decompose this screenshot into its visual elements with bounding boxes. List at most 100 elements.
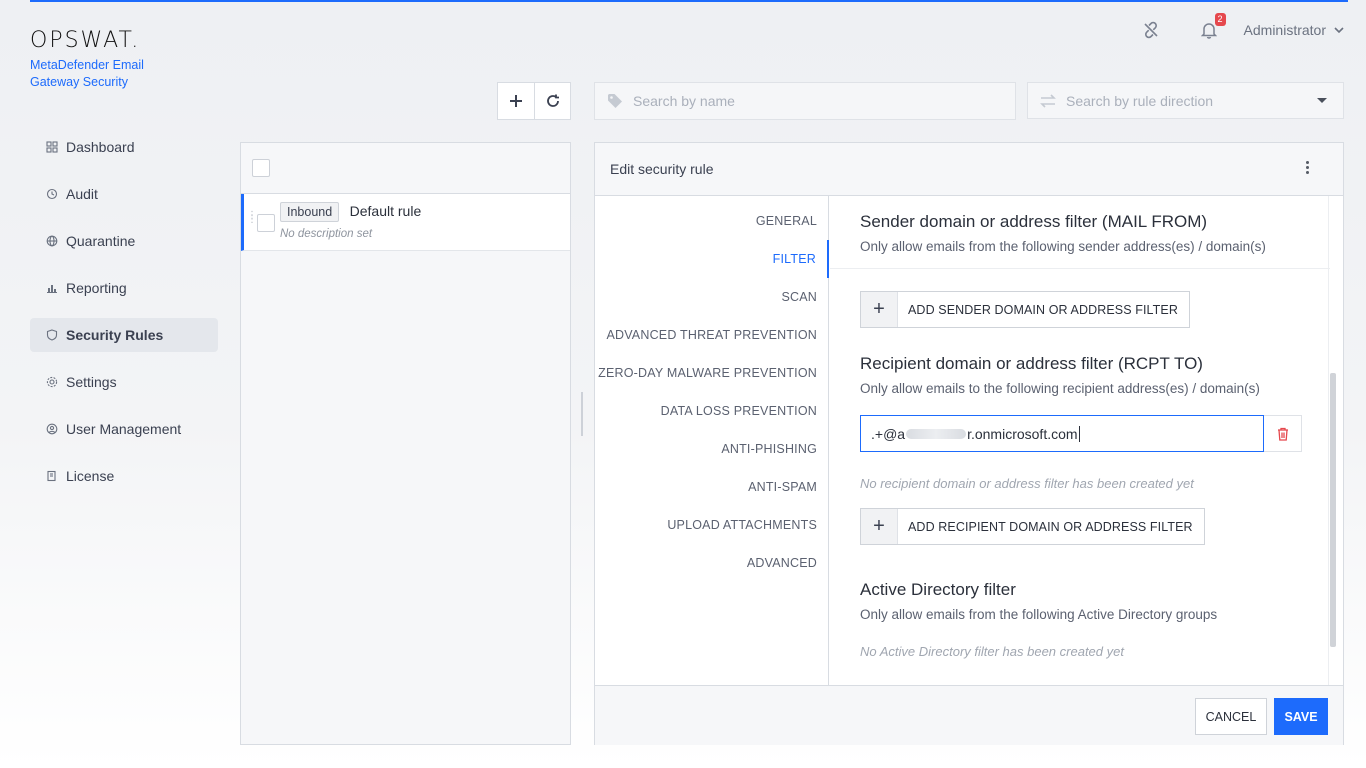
rule-name: Default rule: [349, 203, 422, 219]
active-directory-section: Active Directory filter Only allow email…: [830, 545, 1330, 622]
tab-data-loss-prevention[interactable]: DATA LOSS PREVENTION: [595, 392, 828, 430]
search-direction-input[interactable]: [1066, 92, 1306, 109]
recipient-value-prefix: .+@a: [871, 425, 906, 442]
sidebar-item-audit[interactable]: Audit: [30, 177, 218, 211]
swap-icon: [1040, 93, 1056, 108]
audit-icon: [46, 188, 58, 200]
add-recipient-filter-label: ADD RECIPIENT DOMAIN OR ADDRESS FILTER: [908, 519, 1193, 534]
tab-filter[interactable]: FILTER: [595, 240, 829, 278]
rule-list-panel: ⋮ ⋮ Inbound Default rule No description s…: [240, 142, 571, 745]
sidebar-item-label: License: [66, 468, 115, 484]
tab-general[interactable]: GENERAL: [595, 202, 828, 240]
rule-list-toolbar: [497, 82, 571, 120]
user-icon: [46, 423, 58, 435]
tab-anti-spam[interactable]: ANTI-SPAM: [595, 468, 828, 506]
edit-panel-header: Edit security rule: [595, 143, 1343, 196]
tab-zero-day-malware-prevention[interactable]: ZERO-DAY MALWARE PREVENTION: [595, 354, 828, 392]
tag-icon: [608, 94, 622, 108]
scroll-track: [1328, 196, 1329, 685]
tab-upload-attachments[interactable]: UPLOAD ATTACHMENTS: [595, 506, 828, 544]
sidebar-item-license[interactable]: License: [30, 459, 218, 493]
plus-icon: +: [861, 292, 898, 327]
sidebar-item-settings[interactable]: Settings: [30, 365, 218, 399]
sidebar-nav: Dashboard Audit Quarantine Reporting Sec…: [30, 130, 218, 506]
ad-empty-note: No Active Directory filter has been crea…: [860, 644, 1124, 659]
drag-handle-icon[interactable]: ⋮ ⋮: [247, 211, 257, 225]
direction-badge: Inbound: [280, 202, 340, 222]
edit-panel-title: Edit security rule: [610, 161, 714, 177]
grid-icon: [46, 141, 58, 153]
search-by-direction[interactable]: [1027, 82, 1344, 119]
sidebar-item-label: Reporting: [66, 280, 127, 296]
sender-filter-title: Sender domain or address filter (MAIL FR…: [860, 212, 1208, 231]
rule-checkbox[interactable]: [257, 214, 275, 232]
shield-icon: [46, 329, 58, 341]
user-name: Administrator: [1243, 22, 1326, 38]
opswat-logo: OPSWAT.: [30, 28, 141, 53]
chart-icon: [46, 282, 58, 294]
brand: OPSWAT. MetaDefender Email Gateway Secur…: [30, 28, 170, 91]
sidebar-item-label: Settings: [66, 374, 117, 390]
tab-anti-phishing[interactable]: ANTI-PHISHING: [595, 430, 828, 468]
search-by-name[interactable]: [594, 82, 1016, 120]
sidebar-item-label: User Management: [66, 421, 182, 437]
rule-row[interactable]: ⋮ ⋮ Inbound Default rule No description s…: [241, 194, 570, 251]
globe-icon: [46, 235, 58, 247]
bell-icon[interactable]: 2: [1198, 13, 1226, 41]
sender-filter-subtitle: Only allow emails from the following sen…: [860, 239, 1266, 254]
tab-scan[interactable]: SCAN: [595, 278, 828, 316]
panel-resize-handle[interactable]: [581, 392, 583, 436]
sidebar-item-label: Audit: [66, 186, 98, 202]
trash-icon: [1277, 427, 1288, 441]
sidebar-item-label: Dashboard: [66, 139, 135, 155]
edit-rule-panel: Edit security rule GENERAL FILTER SCAN A…: [594, 142, 1344, 745]
filter-content: Sender domain or address filter (MAIL FR…: [830, 196, 1330, 685]
recipient-value-suffix: r.onmicrosoft.com: [967, 425, 1078, 442]
add-rule-button[interactable]: [498, 83, 534, 119]
ad-filter-title: Active Directory filter: [860, 580, 1016, 599]
refresh-button[interactable]: [534, 83, 570, 119]
delete-filter-button[interactable]: [1264, 415, 1302, 452]
cancel-button[interactable]: CANCEL: [1195, 698, 1267, 735]
caret-down-icon: [1317, 98, 1327, 103]
tab-advanced[interactable]: ADVANCED: [595, 544, 828, 582]
license-icon: [46, 470, 58, 482]
redacted-text: [906, 428, 967, 439]
sender-filter-section: Sender domain or address filter (MAIL FR…: [830, 196, 1330, 254]
header-actions: 2 Administrator: [1140, 13, 1344, 42]
plus-icon: [510, 95, 522, 107]
tab-advanced-threat-prevention[interactable]: ADVANCED THREAT PREVENTION: [595, 316, 828, 354]
refresh-icon: [546, 94, 559, 107]
recipient-filter-input[interactable]: .+@a r.onmicrosoft.com: [860, 415, 1264, 452]
sidebar-item-dashboard[interactable]: Dashboard: [30, 130, 218, 164]
add-sender-filter-label: ADD SENDER DOMAIN OR ADDRESS FILTER: [908, 302, 1178, 317]
notification-badge: 2: [1214, 13, 1226, 26]
sidebar-item-quarantine[interactable]: Quarantine: [30, 224, 218, 258]
sidebar-item-security-rules[interactable]: Security Rules: [30, 318, 218, 352]
select-all-checkbox[interactable]: [252, 159, 270, 177]
rule-description: No description set: [280, 228, 373, 240]
content-scrollbar[interactable]: [1330, 373, 1336, 647]
more-options-icon[interactable]: [1306, 161, 1309, 174]
sidebar-item-label: Security Rules: [66, 327, 164, 343]
save-button[interactable]: SAVE: [1274, 698, 1328, 735]
edit-panel-footer: CANCEL SAVE: [595, 685, 1343, 745]
user-menu[interactable]: Administrator: [1244, 22, 1344, 38]
plus-icon: +: [861, 509, 898, 544]
rule-tabs: GENERAL FILTER SCAN ADVANCED THREAT PREV…: [595, 196, 829, 685]
ad-filter-subtitle: Only allow emails from the following Act…: [860, 607, 1218, 622]
chevron-down-icon: [1334, 26, 1344, 33]
recipient-empty-note: No recipient domain or address filter ha…: [860, 476, 1194, 491]
unlink-icon[interactable]: [1140, 19, 1162, 41]
add-sender-filter-button[interactable]: + ADD SENDER DOMAIN OR ADDRESS FILTER: [860, 291, 1190, 328]
product-name: MetaDefender Email Gateway Security: [30, 58, 144, 89]
recipient-filter-section: Recipient domain or address filter (RCPT…: [830, 328, 1330, 396]
sidebar-item-reporting[interactable]: Reporting: [30, 271, 218, 305]
gear-icon: [46, 376, 58, 388]
search-name-input[interactable]: [633, 93, 873, 109]
sidebar-item-label: Quarantine: [66, 233, 136, 249]
add-recipient-filter-button[interactable]: + ADD RECIPIENT DOMAIN OR ADDRESS FILTER: [860, 508, 1205, 545]
sidebar-item-user-management[interactable]: User Management: [30, 412, 218, 446]
text-cursor: [1078, 425, 1080, 442]
top-accent-line: [30, 0, 1348, 2]
